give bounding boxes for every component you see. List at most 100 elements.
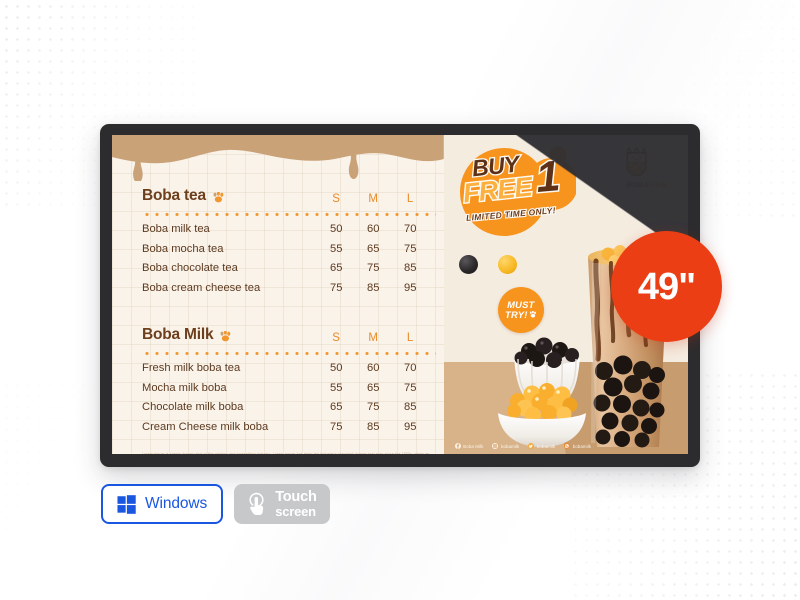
price-m: 65 (367, 242, 380, 255)
menu-section-header: Boba Milk S M L (142, 318, 436, 344)
menu-item-prices: 50 60 70 (318, 362, 436, 374)
windows-badge[interactable]: Windows (101, 484, 224, 524)
menu-item-prices: 75 85 95 (318, 282, 436, 294)
price-m: 75 (367, 262, 380, 274)
must-try-line2: TRY! (505, 309, 528, 320)
brand-name-part2: MEW (648, 180, 668, 189)
menu-item-name: Boba mocha tea (142, 242, 224, 255)
menu-item-prices: 50 60 70 (318, 223, 436, 235)
price-s: 65 (330, 262, 343, 274)
touchscreen-badge[interactable]: Touch screen (234, 484, 330, 524)
price-l: 75 (404, 381, 417, 394)
menu-item-prices: 55 65 75 (318, 382, 436, 394)
menu-item-list: Boba milk tea 50 60 70 Boba mocha tea 55… (142, 223, 436, 301)
feature-badge-row: Windows Touch screen (101, 484, 330, 524)
menu-body: Boba tea S M L Boba milk tea 50 60 70 Bo… (142, 179, 436, 454)
price-m: 65 (367, 381, 380, 394)
whatsapp-icon (564, 443, 571, 449)
menu-item-row: Boba chocolate tea 65 75 85 (142, 262, 436, 282)
price-s: 65 (330, 401, 343, 413)
touchscreen-label-line2: screen (275, 503, 316, 519)
promo-big-number: 1 (532, 151, 563, 204)
social-links-bar: Boba Milk bobamilk bobamilk bobamilk (444, 443, 688, 449)
touch-hand-icon (245, 492, 268, 517)
size-header-l: L (406, 193, 414, 205)
social-handle: bobamilk (536, 443, 556, 449)
menu-item-name: Chocolate milk boba (142, 401, 244, 413)
menu-item-name: Mocha milk boba (142, 381, 227, 394)
menu-item-row: Chocolate milk boba 65 75 85 (142, 401, 436, 421)
menu-section-header: Boba tea S M L (142, 179, 436, 205)
menu-section-boba-tea: Boba tea S M L Boba milk tea 50 60 70 Bo… (142, 179, 436, 301)
price-m: 85 (367, 281, 380, 294)
menu-panel: Boba tea S M L Boba milk tea 50 60 70 Bo… (112, 135, 444, 454)
social-handle: bobamilk (500, 443, 520, 449)
touchscreen-label-line1: Touch (275, 488, 317, 505)
social-handle: bobamilk (572, 443, 592, 449)
size-header-s: S (332, 193, 341, 205)
page-root: Boba tea S M L Boba milk tea 50 60 70 Bo… (0, 0, 800, 600)
windows-badge-label: Windows (145, 495, 208, 512)
menu-item-row: Boba mocha tea 55 65 75 (142, 243, 436, 263)
price-s: 55 (330, 381, 343, 394)
dotted-divider (142, 349, 436, 358)
price-s: 50 (330, 223, 343, 235)
brand-name-part1: BOBA (626, 180, 649, 189)
price-m: 85 (367, 420, 380, 433)
paw-print-icon (219, 331, 232, 342)
size-header-s: S (332, 332, 341, 344)
menu-item-prices: 65 75 85 (318, 262, 436, 274)
monitor-screen: Boba tea S M L Boba milk tea 50 60 70 Bo… (112, 135, 688, 454)
price-s: 75 (330, 420, 343, 433)
caramel-drip-decoration (112, 135, 444, 181)
screen-size-label: 49" (637, 265, 696, 308)
menu-item-prices: 65 75 85 (318, 401, 436, 413)
social-item[interactable]: bobamilk (564, 443, 591, 449)
dotted-divider (142, 210, 436, 219)
windows-logo-icon (117, 494, 136, 514)
facebook-icon (454, 443, 461, 449)
menu-footnote: Lorem Ipsum is simply dummy text of the … (142, 452, 430, 454)
price-l: 75 (404, 242, 417, 255)
menu-item-row: Mocha milk boba 55 65 75 (142, 382, 436, 402)
menu-item-row: Boba cream cheese tea 75 85 95 (142, 282, 436, 302)
menu-section-boba-milk: Boba Milk S M L Fresh milk boba tea 50 6… (142, 318, 436, 440)
size-header-m: M (368, 193, 379, 205)
price-m: 60 (367, 362, 380, 374)
menu-item-row: Cream Cheese milk boba 75 85 95 (142, 421, 436, 441)
instagram-icon (492, 443, 499, 449)
price-l: 85 (404, 401, 417, 413)
orange-popping-boba-dish (498, 383, 586, 447)
brand-name: BOBAMEW (620, 180, 674, 189)
brand-logo: BOBAMEW (620, 145, 674, 189)
price-s: 55 (330, 242, 343, 255)
size-header-l: L (406, 332, 414, 344)
menu-item-prices: 75 85 95 (318, 421, 436, 433)
menu-item-name: Boba chocolate tea (142, 262, 238, 274)
menu-section-title: Boba Milk (142, 326, 214, 343)
price-s: 75 (330, 281, 343, 294)
paw-print-icon (212, 192, 225, 203)
social-item[interactable]: bobamilk (528, 443, 555, 449)
price-m: 60 (367, 223, 380, 235)
price-l: 70 (404, 362, 417, 374)
size-header-row: S M L (318, 193, 436, 205)
menu-section-title: Boba tea (142, 187, 206, 204)
menu-item-name: Boba cream cheese tea (142, 281, 261, 294)
twitter-icon (528, 443, 535, 449)
paw-print-icon (529, 311, 536, 318)
social-item[interactable]: Boba Milk (454, 443, 484, 449)
menu-item-prices: 55 65 75 (318, 243, 436, 255)
menu-item-name: Cream Cheese milk boba (142, 420, 269, 433)
price-m: 75 (367, 401, 380, 413)
price-s: 50 (330, 362, 343, 374)
promo-line-free: FREE (460, 170, 534, 210)
price-l: 95 (404, 420, 417, 433)
must-try-badge: MUST TRY! (497, 287, 544, 333)
size-header-row: S M L (318, 332, 436, 344)
menu-item-row: Boba milk tea 50 60 70 (142, 223, 436, 243)
menu-item-row: Fresh milk boba tea 50 60 70 (142, 362, 436, 382)
social-item[interactable]: bobamilk (492, 443, 519, 449)
digital-signage-monitor: Boba tea S M L Boba milk tea 50 60 70 Bo… (100, 124, 700, 467)
